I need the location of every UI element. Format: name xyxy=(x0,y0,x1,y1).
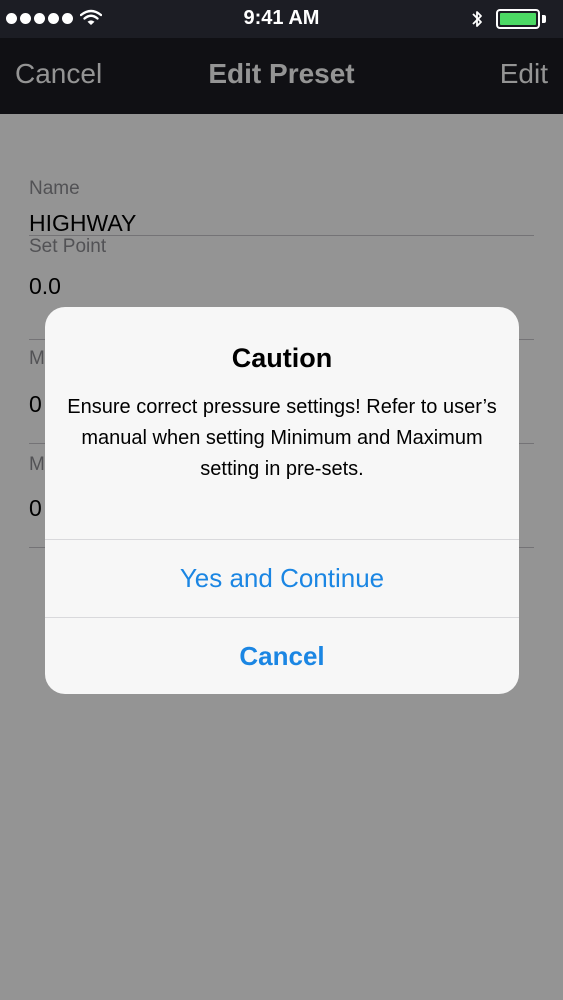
battery-icon xyxy=(496,9,540,29)
bluetooth-icon xyxy=(470,9,484,34)
alert-cancel-button[interactable]: Cancel xyxy=(45,617,519,694)
yes-and-continue-button[interactable]: Yes and Continue xyxy=(45,539,519,616)
caution-alert-dialog: Caution Ensure correct pressure settings… xyxy=(45,307,519,694)
status-bar: 9:41 AM xyxy=(0,0,563,38)
alert-title: Caution xyxy=(231,343,333,373)
alert-message: Ensure correct pressure settings! Refer … xyxy=(67,396,497,480)
battery-level xyxy=(500,13,536,25)
battery-tip xyxy=(542,15,546,23)
